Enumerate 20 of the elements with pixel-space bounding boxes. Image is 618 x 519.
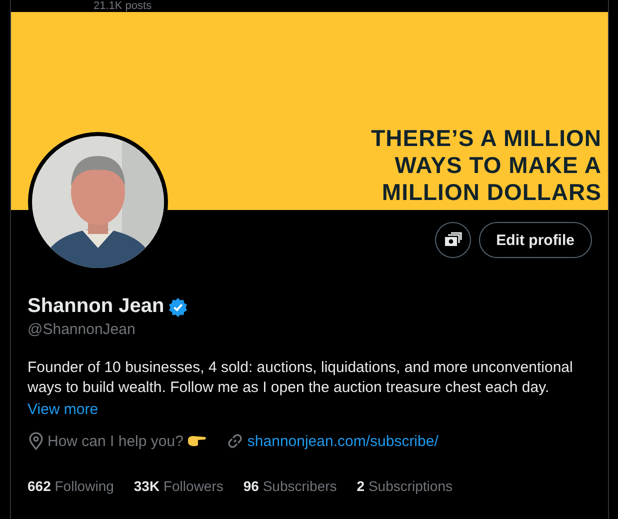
- money-icon: [444, 232, 462, 248]
- post-count: 21.1K posts: [94, 1, 152, 12]
- pointing-hand-icon: [187, 435, 208, 447]
- edit-profile-button[interactable]: Edit profile: [479, 222, 592, 258]
- website-link[interactable]: shannonjean.com/subscribe/: [247, 432, 438, 450]
- stat-link[interactable]: 33K Followers: [134, 478, 224, 494]
- location-text: How can I help you?: [48, 432, 184, 450]
- view-more-link[interactable]: View more: [28, 401, 98, 418]
- stat-link[interactable]: 662 Following: [28, 478, 114, 494]
- banner-text: WAYS TO MAKE A: [394, 152, 602, 179]
- stat-link[interactable]: 96 Subscribers: [243, 478, 337, 494]
- profile-bio: Founder of 10 businesses, 4 sold: auctions, liquidations, and more unconventional ways to build wealth. Follow me as I open the auction treasure chest each day.: [28, 358, 574, 398]
- banner-text: MILLION DOLLARS: [382, 179, 602, 206]
- stat-link[interactable]: 2 Subscriptions: [356, 478, 452, 494]
- banner-text: THERE’S A MILLION: [371, 125, 602, 152]
- profile-name: Shannon Jean: [28, 295, 164, 318]
- link-icon: [227, 433, 244, 449]
- money-button[interactable]: [435, 222, 472, 258]
- profile-handle: @ShannonJean: [28, 321, 136, 338]
- location-pin-icon: [28, 432, 44, 450]
